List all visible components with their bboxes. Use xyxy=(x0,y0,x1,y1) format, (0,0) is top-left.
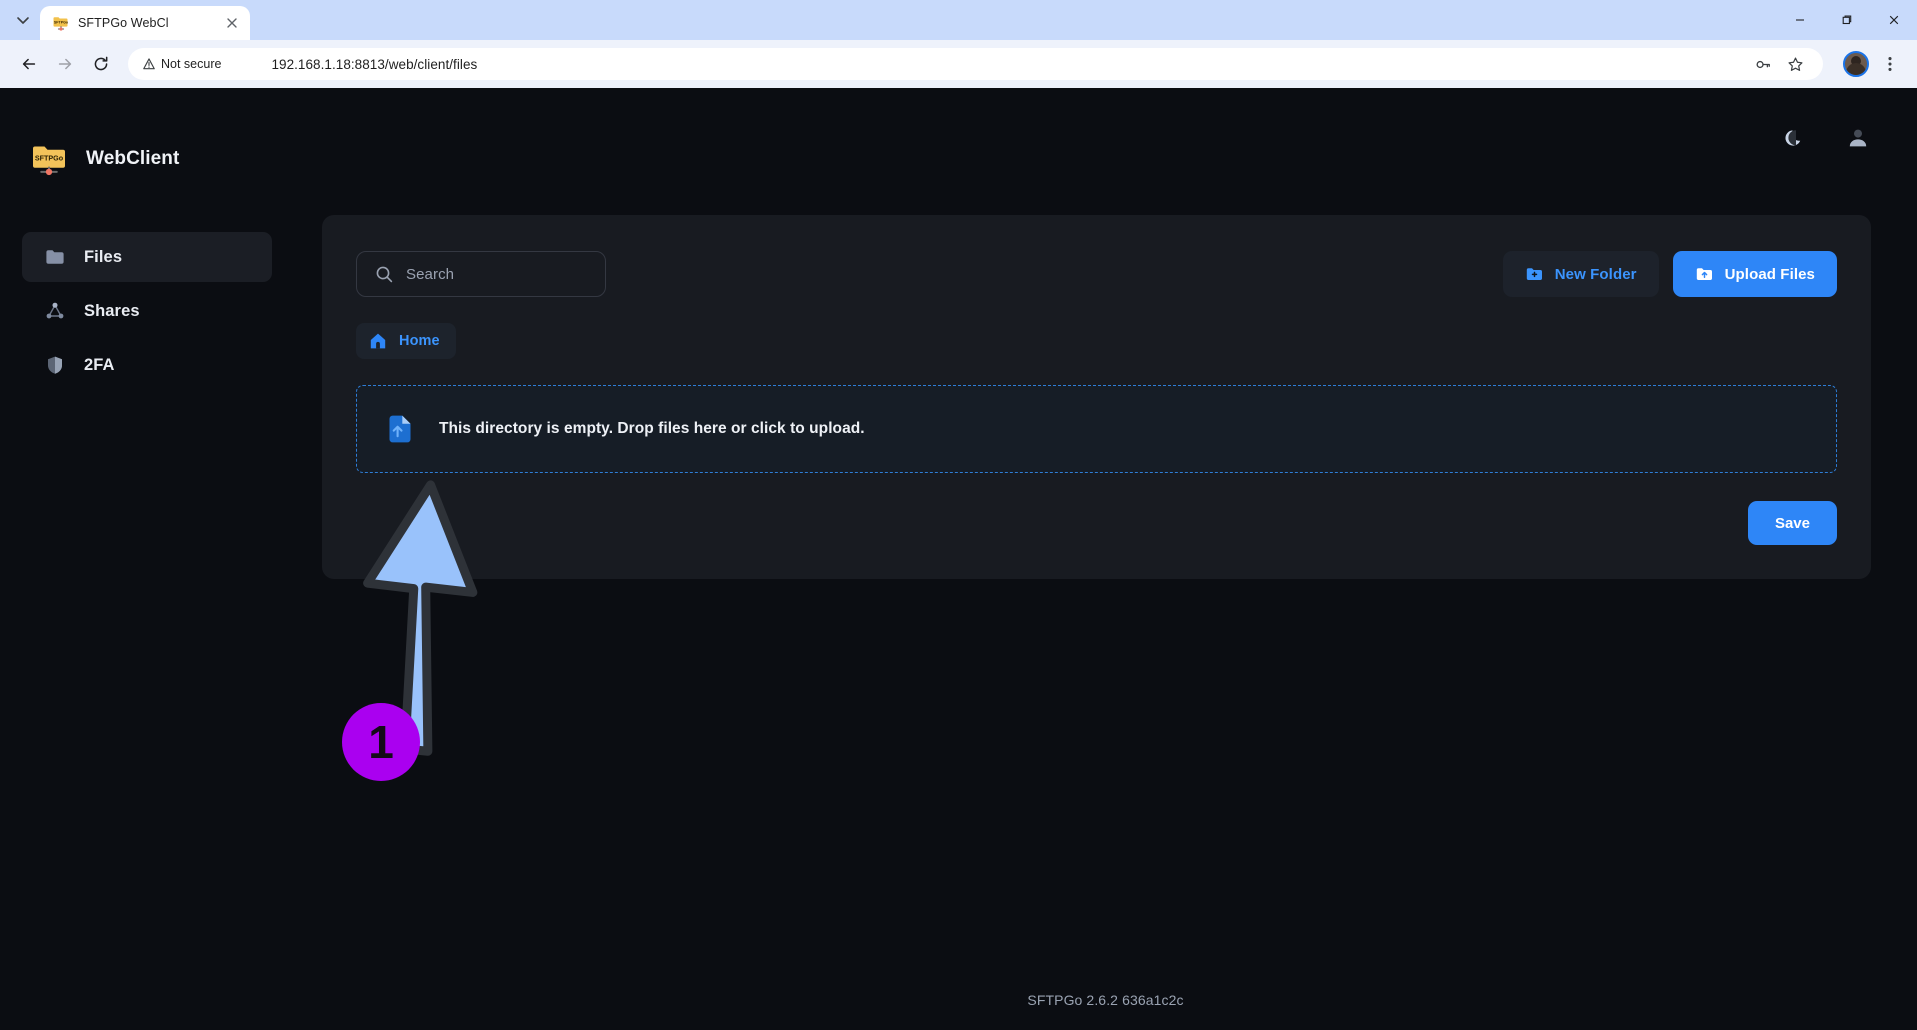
sidebar-item-2fa[interactable]: 2FA xyxy=(22,340,272,390)
new-folder-button[interactable]: New Folder xyxy=(1502,251,1659,297)
share-nodes-icon xyxy=(44,300,66,322)
browser-tab[interactable]: SFTPGo SFTPGo WebCl xyxy=(40,6,250,40)
upload-dropzone[interactable]: This directory is empty. Drop files here… xyxy=(356,385,1837,473)
brand-title: WebClient xyxy=(86,148,180,169)
reload-button[interactable] xyxy=(84,47,118,81)
dropzone-message: This directory is empty. Drop files here… xyxy=(439,420,865,437)
sidebar-label-files: Files xyxy=(84,247,123,266)
star-icon xyxy=(1787,56,1803,71)
browser-menu-button[interactable] xyxy=(1875,48,1905,80)
omnibox-actions xyxy=(1749,50,1809,78)
window-controls xyxy=(1776,0,1917,40)
tab-title: SFTPGo WebCl xyxy=(78,16,169,30)
window-minimize-button[interactable] xyxy=(1776,0,1823,40)
window-close-button[interactable] xyxy=(1870,0,1917,40)
card-footer: Save xyxy=(356,501,1837,545)
bookmark-button[interactable] xyxy=(1781,50,1809,78)
file-upload-icon xyxy=(383,412,417,446)
top-bar xyxy=(294,88,1917,188)
sidebar: SFTPGo WebClient Files Shares 2FA xyxy=(0,88,294,1030)
moon-icon xyxy=(1785,130,1801,146)
folder-upload-icon xyxy=(1696,267,1712,280)
url-text: 192.168.1.18:8813/web/client/files xyxy=(271,56,478,72)
search-placeholder: Search xyxy=(406,265,455,283)
reload-icon xyxy=(94,56,108,71)
folder-icon xyxy=(44,246,66,268)
three-dot-menu-icon xyxy=(1888,57,1892,71)
security-label: Not secure xyxy=(161,57,222,71)
sftpgo-logo-icon: SFTPGo xyxy=(28,138,70,180)
search-input[interactable]: Search xyxy=(356,251,606,297)
back-button[interactable] xyxy=(12,47,46,81)
sidebar-label-shares: Shares xyxy=(84,301,140,320)
sidebar-nav: Files Shares 2FA xyxy=(0,232,294,390)
chevron-down-icon xyxy=(17,17,29,24)
card-toolbar: Search New Folder Upload Files xyxy=(356,251,1837,297)
brand[interactable]: SFTPGo WebClient xyxy=(0,118,294,188)
maximize-icon xyxy=(1842,15,1851,25)
site-security-indicator[interactable]: Not secure xyxy=(142,57,221,71)
minimize-icon xyxy=(1795,19,1804,21)
tab-strip: SFTPGo SFTPGo WebCl xyxy=(0,0,1917,40)
save-button[interactable]: Save xyxy=(1747,501,1837,545)
files-card: Search New Folder Upload Files Home This… xyxy=(322,215,1871,579)
key-icon xyxy=(1756,60,1770,68)
page-footer: SFTPGo 2.6.2 636a1c2c xyxy=(1027,992,1184,1008)
upload-files-label: Upload Files xyxy=(1724,265,1815,283)
sftpgo-folder-icon: SFTPGo xyxy=(52,14,70,32)
sidebar-item-files[interactable]: Files xyxy=(22,232,272,282)
close-icon xyxy=(1889,15,1898,25)
user-profile-button[interactable] xyxy=(1843,123,1873,153)
user-icon xyxy=(1849,129,1867,147)
window-maximize-button[interactable] xyxy=(1823,0,1870,40)
shield-icon xyxy=(44,354,66,376)
page-body: SFTPGo WebClient Files Shares 2FA Search… xyxy=(0,88,1917,1030)
card-action-buttons: New Folder Upload Files xyxy=(1502,251,1837,297)
sidebar-item-shares[interactable]: Shares xyxy=(22,286,272,336)
folder-plus-icon xyxy=(1526,267,1542,280)
search-icon xyxy=(376,266,393,282)
svg-text:SFTPGo: SFTPGo xyxy=(35,154,64,163)
warning-triangle-icon xyxy=(143,58,155,70)
address-bar[interactable]: Not secure 192.168.1.18:8813/web/client/… xyxy=(128,48,1823,80)
tab-close-button[interactable] xyxy=(222,13,242,33)
breadcrumb-home[interactable]: Home xyxy=(356,323,456,359)
svg-text:SFTPGo: SFTPGo xyxy=(54,21,69,25)
step-badge-1: 1 xyxy=(342,703,420,781)
password-manager-button[interactable] xyxy=(1749,50,1777,78)
new-folder-label: New Folder xyxy=(1554,265,1637,283)
upload-files-button[interactable]: Upload Files xyxy=(1672,251,1837,297)
sidebar-label-2fa: 2FA xyxy=(84,355,115,374)
theme-toggle-button[interactable] xyxy=(1781,123,1811,153)
close-icon xyxy=(227,18,237,28)
profile-avatar-icon[interactable] xyxy=(1843,51,1869,77)
browser-window: SFTPGo SFTPGo WebCl Not secure 192.168.1… xyxy=(0,0,1917,1030)
browser-toolbar: Not secure 192.168.1.18:8813/web/client/… xyxy=(0,40,1917,88)
content-area: Search New Folder Upload Files Home This… xyxy=(294,88,1917,1030)
tab-search-button[interactable] xyxy=(6,3,40,37)
forward-button[interactable] xyxy=(48,47,82,81)
back-arrow-icon xyxy=(22,58,36,70)
home-icon xyxy=(370,333,386,349)
forward-arrow-icon xyxy=(58,58,72,70)
breadcrumb-label: Home xyxy=(399,333,440,349)
